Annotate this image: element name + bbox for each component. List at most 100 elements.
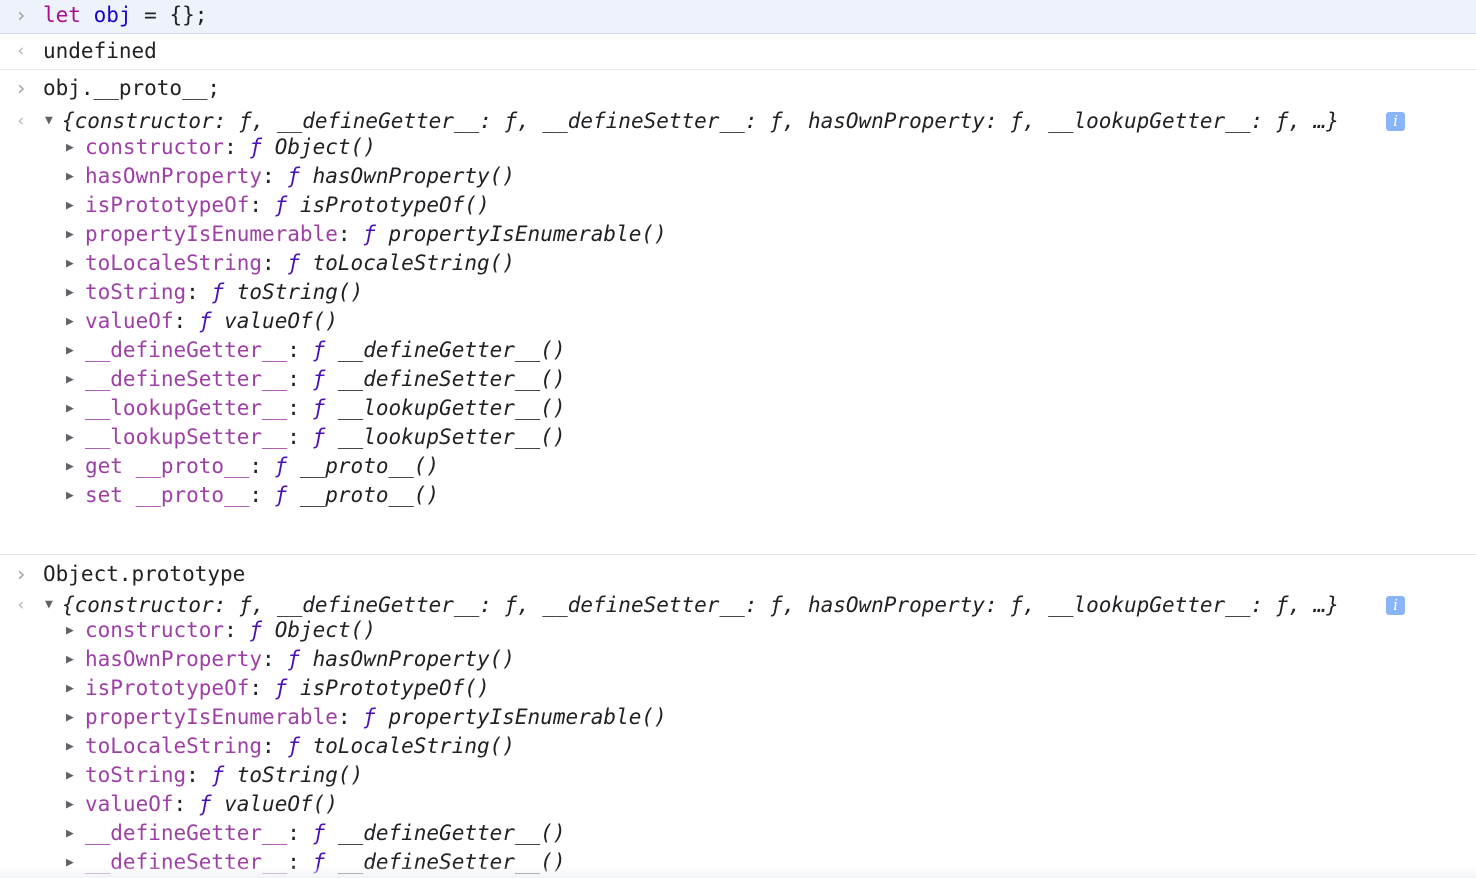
property-row[interactable]: ▶ constructor: ƒ Object() [0,133,1476,162]
function-name: __defineGetter__() [337,338,566,362]
function-symbol: ƒ [249,618,263,642]
collapsed-triangle-icon[interactable]: ▶ [66,365,74,394]
console-input-entry[interactable]: › let obj = {}; [0,0,1476,34]
function-symbol: ƒ [287,164,300,188]
function-name: hasOwnProperty() [312,647,515,671]
input-code: let obj = {}; [43,0,207,30]
property-row[interactable]: ▶ toLocaleString: ƒ toLocaleString() [0,249,1476,278]
property-key: hasOwnProperty [85,647,263,671]
function-name: toString() [236,763,364,787]
colon-separator: : [287,367,313,391]
collapsed-triangle-icon[interactable]: ▶ [66,191,74,220]
property-row[interactable]: ▶ isPrototypeOf: ƒ isPrototypeOf() [0,191,1476,220]
function-name: propertyIsEnumerable() [388,705,667,729]
function-symbol: ƒ [211,763,225,787]
input-prompt-icon: › [14,76,28,100]
property-row[interactable]: ▶ propertyIsEnumerable: ƒ propertyIsEnume… [0,703,1476,732]
collapsed-triangle-icon[interactable]: ▶ [66,790,74,819]
collapsed-triangle-icon[interactable]: ▶ [66,452,74,481]
collapsed-triangle-icon[interactable]: ▶ [66,481,74,510]
collapsed-triangle-icon[interactable]: ▶ [66,278,74,307]
property-key: toString [85,763,187,787]
collapsed-triangle-icon[interactable]: ▶ [66,761,74,790]
collapsed-triangle-icon[interactable]: ▶ [66,307,74,336]
function-name: toLocaleString() [312,734,515,758]
collapsed-triangle-icon[interactable]: ▶ [66,732,74,761]
property-row[interactable]: ▶ __defineSetter__: ƒ __defineSetter__() [0,365,1476,394]
property-key: toLocaleString [85,251,263,275]
console-input-entry[interactable]: › obj.__proto__; ‹ ▼ {constructor: ƒ, __… [0,70,1476,555]
collapsed-triangle-icon[interactable]: ▶ [66,674,74,703]
collapsed-triangle-icon[interactable]: ▶ [66,423,74,452]
property-row[interactable]: ▶ hasOwnProperty: ƒ hasOwnProperty() [0,645,1476,674]
property-row[interactable]: ▶ toString: ƒ toString() [0,761,1476,790]
function-symbol: ƒ [312,367,326,391]
property-row[interactable]: ▶ __lookupGetter__: ƒ __lookupGetter__() [0,394,1476,423]
property-name: toString: ƒ toString() [85,761,363,790]
property-key: propertyIsEnumerable [85,222,338,246]
property-row[interactable]: ▶ propertyIsEnumerable: ƒ propertyIsEnume… [0,220,1476,249]
collapsed-triangle-icon[interactable]: ▶ [66,336,74,365]
code-rest: = {}; [131,3,208,27]
property-row[interactable]: ▶ isPrototypeOf: ƒ isPrototypeOf() [0,674,1476,703]
info-icon[interactable]: i [1386,112,1405,131]
colon-separator: : [262,164,288,188]
property-row[interactable]: ▶ valueOf: ƒ valueOf() [0,307,1476,336]
property-key: constructor [85,618,225,642]
property-row[interactable]: ▶ __lookupSetter__: ƒ __lookupSetter__() [0,423,1476,452]
function-name: Object() [274,618,376,642]
colon-separator: : [262,734,288,758]
collapsed-triangle-icon[interactable]: ▶ [66,616,74,645]
collapsed-triangle-icon[interactable]: ▶ [66,394,74,423]
collapsed-triangle-icon[interactable]: ▶ [66,703,74,732]
input-code: Object.prototype [43,562,246,586]
property-name: isPrototypeOf: ƒ isPrototypeOf() [85,191,490,220]
colon-separator: : [262,647,288,671]
result-undefined: undefined [43,39,157,63]
expanded-triangle-icon[interactable]: ▼ [45,106,59,136]
collapsed-triangle-icon[interactable]: ▶ [66,645,74,674]
bottom-edge [0,866,1476,878]
colon-separator: : [224,135,250,159]
property-row[interactable]: ▶ constructor: ƒ Object() [0,616,1476,645]
function-symbol: ƒ [363,705,376,729]
colon-separator: : [337,705,364,729]
collapsed-triangle-icon[interactable]: ▶ [66,162,74,191]
colon-separator: : [173,309,199,333]
colon-separator: : [287,396,313,420]
collapsed-triangle-icon[interactable]: ▶ [66,819,74,848]
property-row[interactable]: ▶ hasOwnProperty: ƒ hasOwnProperty() [0,162,1476,191]
function-symbol: ƒ [249,135,263,159]
function-symbol: ƒ [312,821,326,845]
collapsed-triangle-icon[interactable]: ▶ [66,220,74,249]
function-name: Object() [274,135,376,159]
property-row[interactable]: ▶ get __proto__: ƒ __proto__() [0,452,1476,481]
keyword-let: let [43,3,81,27]
collapsed-triangle-icon[interactable]: ▶ [66,133,74,162]
function-symbol: ƒ [312,425,326,449]
function-name: isPrototypeOf() [299,676,490,700]
property-row[interactable]: ▶ __defineGetter__: ƒ __defineGetter__() [0,336,1476,365]
info-icon[interactable]: i [1386,596,1405,615]
property-row[interactable]: ▶ set __proto__: ƒ __proto__() [0,481,1476,510]
console-input-entry[interactable]: › Object.prototype ‹ ▼ {constructor: ƒ, … [0,555,1476,878]
property-row[interactable]: ▶ toLocaleString: ƒ toLocaleString() [0,732,1476,761]
property-row[interactable]: ▶ __defineGetter__: ƒ __defineGetter__() [0,819,1476,848]
property-row[interactable]: ▶ toString: ƒ toString() [0,278,1476,307]
property-key: __defineGetter__ [85,821,288,845]
property-key: set __proto__ [85,483,250,507]
property-name: toString: ƒ toString() [85,278,363,307]
property-key: isPrototypeOf [85,193,250,217]
property-row[interactable]: ▶ valueOf: ƒ valueOf() [0,790,1476,819]
property-key: isPrototypeOf [85,676,250,700]
object-summary[interactable]: {constructor: ƒ, __defineGetter__: ƒ, __… [62,106,1339,136]
collapsed-triangle-icon[interactable]: ▶ [66,249,74,278]
property-key: get __proto__ [85,454,250,478]
function-name: __proto__() [299,454,440,478]
